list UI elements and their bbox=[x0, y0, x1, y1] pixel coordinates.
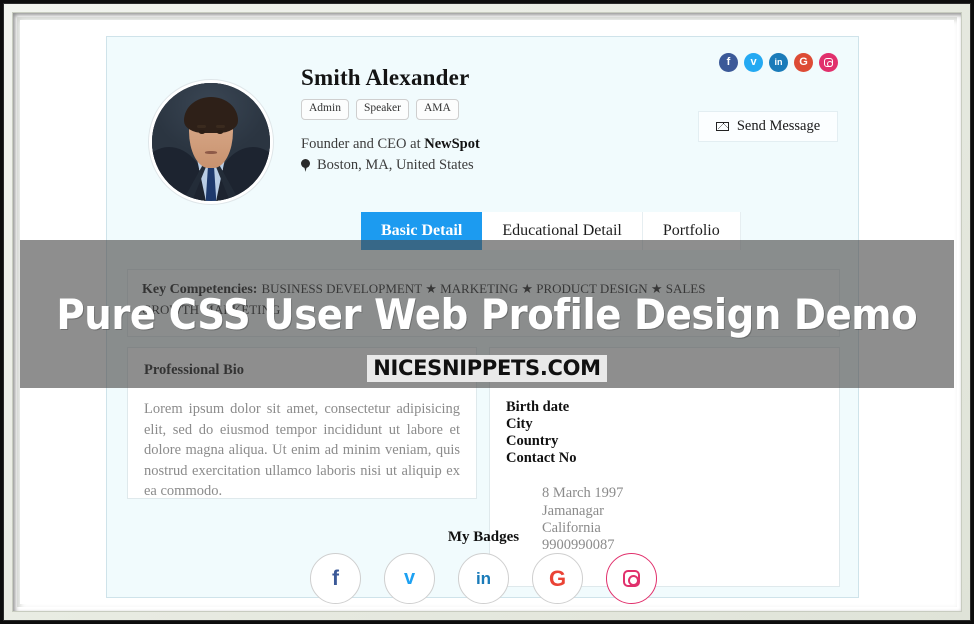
badge-twitter-icon[interactable]: ᴠ bbox=[384, 553, 435, 604]
tab-basic-detail[interactable]: Basic Detail bbox=[361, 212, 483, 250]
twitter-icon[interactable]: ᴠ bbox=[744, 53, 763, 72]
profile-location-row: Boston, MA, United States bbox=[301, 157, 838, 174]
envelope-icon bbox=[715, 122, 731, 131]
window-frame: Smith Alexander Admin Speaker AMA Founde… bbox=[0, 0, 974, 624]
frame-inner-bevel: Smith Alexander Admin Speaker AMA Founde… bbox=[3, 3, 971, 621]
instagram-icon[interactable] bbox=[819, 53, 838, 72]
contact-detail-heading: Contact Detail bbox=[506, 362, 596, 378]
profile-tag-speaker[interactable]: Speaker bbox=[355, 99, 409, 120]
profile-location: Boston, MA, United States bbox=[317, 156, 474, 173]
contact-label-country: Country bbox=[506, 433, 559, 450]
key-competencies-items: BUSINESS DEVELOPMENT ★ MARKETING ★ PRODU… bbox=[261, 281, 706, 296]
contact-value-city: Jamanagar bbox=[542, 502, 604, 519]
linkedin-icon[interactable]: in bbox=[769, 53, 788, 72]
send-message-label: Send Message bbox=[736, 118, 821, 134]
map-pin-icon bbox=[301, 158, 310, 172]
avatar-container bbox=[127, 53, 295, 227]
badge-instagram-icon[interactable] bbox=[606, 553, 657, 604]
badge-google-icon[interactable]: G bbox=[532, 553, 583, 604]
google-icon[interactable]: G bbox=[794, 53, 813, 72]
social-links-top: f ᴠ in G bbox=[719, 53, 838, 72]
contact-label-contact-no: Contact No bbox=[506, 450, 577, 467]
profile-tag-admin[interactable]: Admin bbox=[301, 99, 349, 120]
profile-info: Smith Alexander Admin Speaker AMA Founde… bbox=[295, 53, 838, 227]
tab-portfolio[interactable]: Portfolio bbox=[642, 212, 741, 250]
contact-label-city: City bbox=[506, 416, 533, 433]
contact-detail-box: Contact Detail Birth date City Country C… bbox=[489, 347, 840, 587]
profile-photo[interactable] bbox=[149, 80, 273, 204]
profile-card: Smith Alexander Admin Speaker AMA Founde… bbox=[106, 36, 859, 604]
badge-facebook-icon[interactable]: f bbox=[310, 553, 361, 604]
profile-role-prefix: Founder and CEO at bbox=[301, 135, 425, 152]
badge-linkedin-icon[interactable]: in bbox=[458, 553, 509, 604]
contact-label-birth-date: Birth date bbox=[506, 399, 570, 415]
contact-label-list: Birth date City Country Contact No bbox=[506, 399, 823, 467]
key-competencies-title: Key Competencies: bbox=[142, 282, 258, 297]
professional-bio-text: Lorem ipsum dolor sit amet, consectetur … bbox=[144, 401, 460, 500]
profile-header: Smith Alexander Admin Speaker AMA Founde… bbox=[107, 37, 858, 227]
send-message-button[interactable]: Send Message bbox=[698, 111, 838, 142]
my-badges-row: f ᴠ in G bbox=[127, 553, 840, 604]
key-competencies-box: Key Competencies: BUSINESS DEVELOPMENT ★… bbox=[127, 269, 840, 337]
profile-company: NewSpot bbox=[424, 135, 480, 152]
key-competencies-items-line2: GROWTH MARKETING bbox=[142, 302, 281, 317]
facebook-icon[interactable]: f bbox=[719, 53, 738, 72]
contact-value-birth-date: 8 March 1997 bbox=[542, 485, 624, 502]
profile-tag-ama[interactable]: AMA bbox=[416, 99, 459, 120]
my-badges-title: My Badges bbox=[447, 529, 520, 545]
tab-educational-detail[interactable]: Educational Detail bbox=[482, 212, 643, 250]
page-canvas: Smith Alexander Admin Speaker AMA Founde… bbox=[20, 20, 954, 604]
professional-bio-heading: Professional Bio bbox=[144, 362, 245, 378]
professional-bio-box: Professional Bio Lorem ipsum dolor sit a… bbox=[127, 347, 477, 499]
profile-tabs: Basic Detail Educational Detail Portfoli… bbox=[361, 212, 741, 250]
